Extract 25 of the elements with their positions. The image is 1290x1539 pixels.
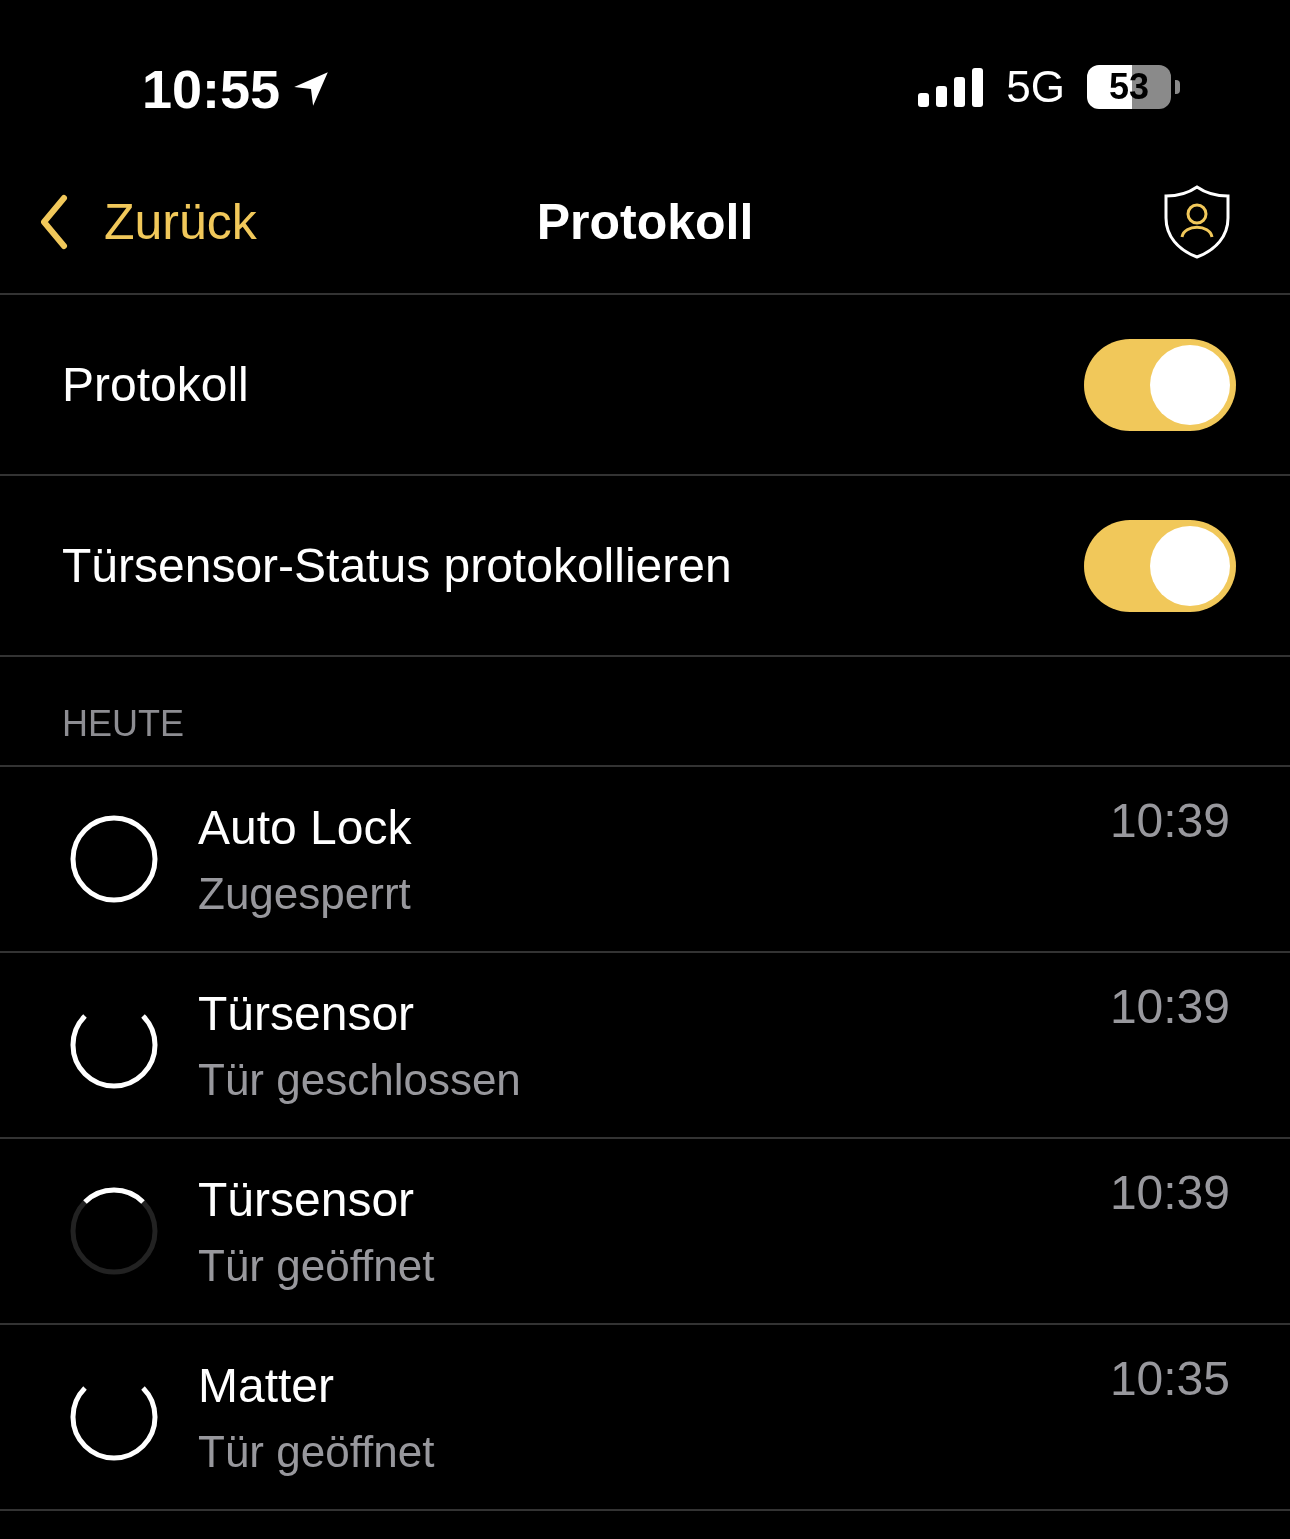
network-label: 5G [1006,62,1065,112]
entry-subtitle: Tür geöffnet [198,1426,436,1477]
arc-icon [68,1185,160,1277]
circle-icon [68,813,160,905]
entry-subtitle: Tür geöffnet [198,1240,436,1291]
chevron-left-icon [38,193,68,250]
entry-time: 10:39 [1109,979,1230,1034]
signal-icon [918,67,985,107]
section-header: HEUTE [62,703,184,745]
entry-title: Türsensor [198,985,416,1041]
setting-label: Protokoll [62,357,249,412]
setting-label: Türsensor-Status protokollieren [62,538,732,593]
battery-indicator: 53 [1087,65,1180,109]
entry-title: Matter [198,1357,336,1413]
back-button[interactable]: Zurück [38,192,257,251]
entry-subtitle: Tür geschlossen [198,1054,522,1105]
entry-time: 10:39 [1109,1165,1230,1220]
clock-time: 10:55 [142,58,281,120]
entry-title: Türsensor [198,1171,416,1227]
entry-time: 10:39 [1109,793,1230,848]
shield-user-icon[interactable] [1162,183,1232,260]
entry-subtitle: Zugesperrt [198,868,412,919]
entry-time: 10:35 [1109,1351,1230,1406]
entry-title: Auto Lock [198,799,413,855]
page-title: Protokoll [536,192,754,251]
